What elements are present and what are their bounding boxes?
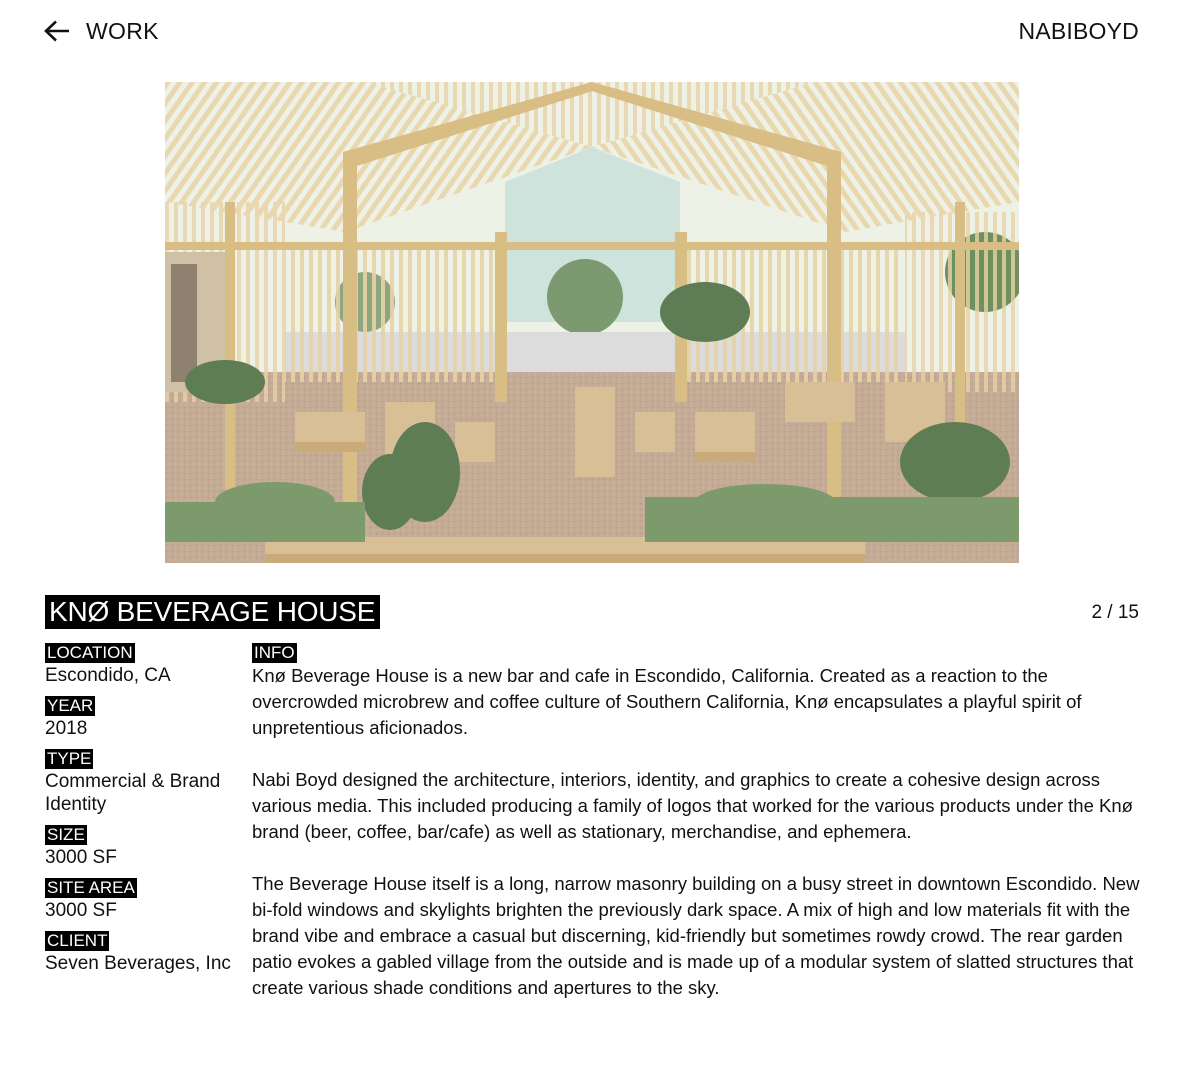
arrow-left-icon [44,20,70,42]
meta-label: YEAR [45,696,96,716]
meta-label: CLIENT [45,931,110,951]
meta-location: LOCATION Escondido, CA [45,643,235,687]
meta-value: Commercial & Brand Identity [45,771,221,815]
brand-logo-link[interactable]: NABIBOYD [1019,16,1139,46]
meta-site-area: SITE AREA 3000 SF [45,878,235,922]
meta-label: TYPE [45,749,94,769]
project-title: KNØ BEVERAGE HOUSE [45,595,381,629]
info-paragraph: The Beverage House itself is a long, nar… [252,873,1140,998]
info-label: INFO [252,643,297,663]
meta-value: 2018 [45,718,88,739]
back-link-label: WORK [86,18,159,44]
meta-value: 3000 SF [45,900,117,921]
info-paragraph: Nabi Boyd designed the architecture, int… [252,769,1133,842]
project-hero-image [165,82,1019,563]
meta-label: SIZE [45,825,87,845]
meta-value: Escondido, CA [45,665,171,686]
project-info: INFO Knø Beverage House is a new bar and… [252,643,1152,1027]
info-paragraph: Knø Beverage House is a new bar and cafe… [252,665,1082,738]
top-nav: WORK NABIBOYD [0,0,1184,62]
meta-label: LOCATION [45,643,135,663]
meta-label: SITE AREA [45,878,137,898]
meta-type: TYPE Commercial & Brand Identity [45,749,235,816]
project-meta: LOCATION Escondido, CA YEAR 2018 TYPE Co… [45,643,235,984]
meta-client: CLIENT Seven Beverages, Inc [45,931,235,975]
back-to-work-link[interactable]: WORK [44,16,159,46]
slide-counter: 2 / 15 [1091,602,1139,623]
meta-value: 3000 SF [45,847,117,868]
meta-value: Seven Beverages, Inc [45,953,231,974]
meta-year: YEAR 2018 [45,696,235,740]
meta-size: SIZE 3000 SF [45,825,235,869]
